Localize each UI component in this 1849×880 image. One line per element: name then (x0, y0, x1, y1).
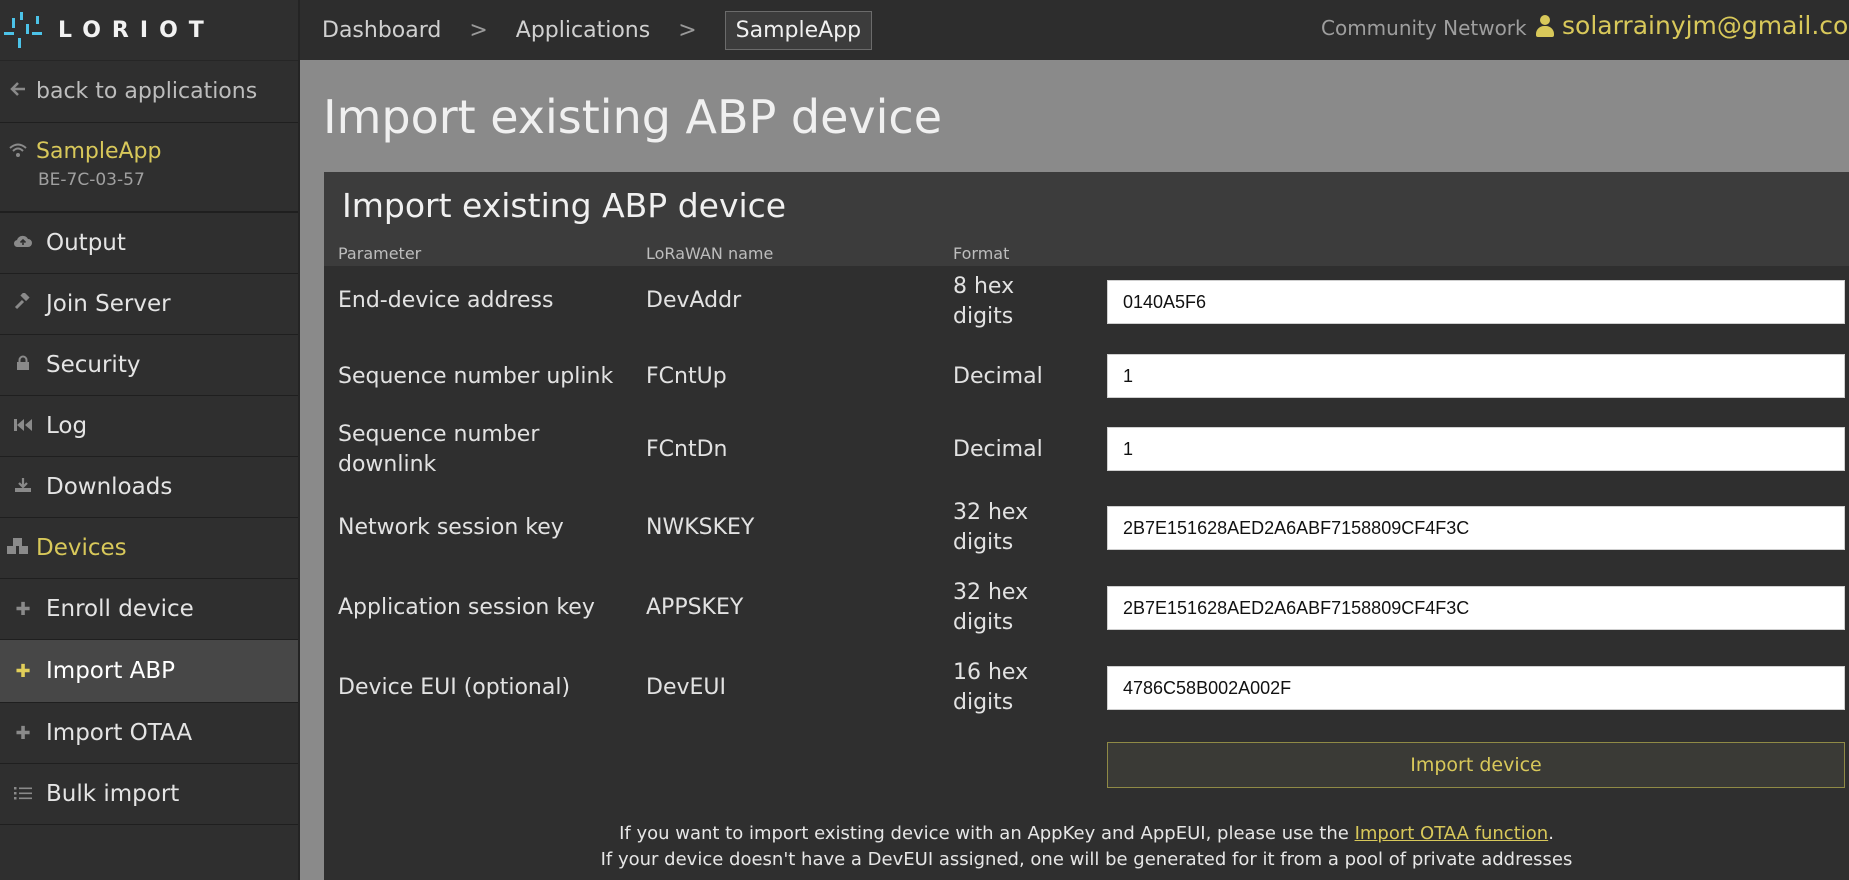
sidebar-item-security[interactable]: Security (0, 335, 298, 396)
chevron-right-icon: > (678, 17, 697, 43)
sidebar-item-label: Log (46, 413, 88, 439)
form-row-nwkskey: Network session key NWKSKEY 32 hex digit… (324, 492, 1849, 572)
logo-wordmark: LORIOT (58, 17, 215, 43)
back-to-applications-link[interactable]: back to applications (0, 61, 298, 123)
sidebar-item-label: Devices (36, 535, 127, 561)
param-label: Network session key (338, 515, 564, 540)
plus-icon: ✚ (15, 722, 31, 744)
user-email: solarrainyjm@gmail.co (1562, 11, 1849, 40)
import-abp-panel: Import existing ABP device Parameter LoR… (324, 172, 1849, 880)
download-icon (0, 477, 46, 498)
cubes-icon (0, 537, 36, 560)
param-label: Sequence number downlink (338, 422, 540, 477)
sidebar-item-import-otaa[interactable]: ✚ Import OTAA (0, 703, 298, 764)
top-bar: Dashboard > Applications > SampleApp Com… (300, 0, 1849, 60)
format-text: Decimal (953, 364, 1043, 389)
otaa-note: If you want to import existing device wi… (324, 823, 1849, 844)
deveui-input[interactable] (1107, 666, 1845, 710)
sidebar-item-output[interactable]: Output (0, 213, 298, 274)
format-text: 32 hex digits (953, 580, 1029, 635)
loriot-logo[interactable]: LORIOT (0, 0, 298, 61)
app-id: BE-7C-03-57 (38, 170, 145, 190)
column-header-parameter: Parameter (338, 244, 422, 263)
format-text: 32 hex digits (953, 500, 1029, 555)
user-icon (1536, 14, 1554, 37)
lorawan-name: DevAddr (646, 288, 742, 313)
lorawan-name: DevEUI (646, 675, 726, 700)
lock-icon (0, 355, 46, 376)
format-text: 8 hex digits (953, 274, 1015, 329)
gavel-icon (0, 291, 46, 316)
main-content: Import existing ABP device Import existi… (300, 60, 1849, 880)
sidebar-item-enroll-device[interactable]: ✚ Enroll device (0, 579, 298, 640)
lorawan-name: FCntDn (646, 437, 728, 462)
list-icon (0, 784, 46, 805)
form-row-fcntup: Sequence number uplink FCntUp Decimal (324, 342, 1849, 414)
panel-header: Import existing ABP device Parameter LoR… (324, 172, 1849, 266)
format-text: 16 hex digits (953, 660, 1029, 715)
chevron-right-icon: > (469, 17, 488, 43)
breadcrumb: Dashboard > Applications > SampleApp (322, 10, 873, 50)
back-label: back to applications (36, 79, 258, 104)
breadcrumb-dashboard[interactable]: Dashboard (322, 18, 441, 43)
nwkskey-input[interactable] (1107, 506, 1845, 550)
sidebar-item-label: Security (46, 352, 141, 378)
panel-title: Import existing ABP device (342, 186, 787, 225)
backward-icon (0, 416, 46, 437)
form-row-fcntdn: Sequence number downlink FCntDn Decimal (324, 414, 1849, 492)
appskey-input[interactable] (1107, 586, 1845, 630)
sidebar-item-label: Import OTAA (46, 720, 193, 746)
param-label: End-device address (338, 288, 554, 313)
sidebar-item-join-server[interactable]: Join Server (0, 274, 298, 335)
app-name: SampleApp (36, 139, 162, 164)
current-app[interactable]: SampleApp BE-7C-03-57 (0, 123, 298, 213)
column-header-lorawan-name: LoRaWAN name (646, 244, 774, 263)
form-row-devaddr: End-device address DevAddr 8 hex digits (324, 266, 1849, 342)
sidebar-item-label: Join Server (46, 291, 171, 317)
lorawan-name: APPSKEY (646, 595, 744, 620)
plus-icon: ✚ (15, 660, 31, 682)
devaddr-input[interactable] (1107, 280, 1845, 324)
lorawan-name: FCntUp (646, 364, 727, 389)
form-row-deveui: Device EUI (optional) DevEUI 16 hex digi… (324, 652, 1849, 732)
form-row-appskey: Application session key APPSKEY 32 hex d… (324, 572, 1849, 652)
lorawan-name: NWKSKEY (646, 515, 755, 540)
sidebar-item-label: Downloads (46, 474, 173, 500)
sidebar-item-label: Enroll device (46, 596, 194, 622)
sidebar-item-label: Output (46, 230, 126, 256)
breadcrumb-applications[interactable]: Applications (516, 18, 650, 43)
page-title: Import existing ABP device (323, 90, 943, 144)
breadcrumb-current-app[interactable]: SampleApp (724, 10, 873, 50)
sidebar-item-bulk-import[interactable]: Bulk import (0, 764, 298, 825)
sidebar-item-import-abp[interactable]: ✚ Import ABP (0, 640, 298, 703)
sidebar: LORIOT back to applications SampleApp BE… (0, 0, 300, 880)
note-text-suffix: . (1548, 823, 1554, 844)
import-device-button[interactable]: Import device (1107, 742, 1845, 788)
plus-icon: ✚ (15, 598, 31, 620)
param-label: Sequence number uplink (338, 364, 614, 389)
param-label: Device EUI (optional) (338, 675, 571, 700)
sidebar-item-label: Import ABP (46, 658, 176, 684)
import-otaa-link[interactable]: Import OTAA function (1355, 823, 1549, 844)
fcntdn-input[interactable] (1107, 427, 1845, 471)
sidebar-item-downloads[interactable]: Downloads (0, 457, 298, 518)
user-menu[interactable]: solarrainyjm@gmail.co (1536, 11, 1848, 40)
column-header-format: Format (953, 244, 1010, 263)
format-text: Decimal (953, 437, 1043, 462)
fcntup-input[interactable] (1107, 354, 1845, 398)
network-label[interactable]: Community Network (1321, 16, 1527, 40)
note-text: If you want to import existing device wi… (619, 823, 1355, 844)
logo-mark-icon (2, 10, 48, 50)
wifi-icon (0, 142, 36, 162)
sidebar-item-devices[interactable]: Devices (0, 518, 298, 579)
param-label: Application session key (338, 595, 595, 620)
cloud-upload-icon (0, 233, 46, 254)
sidebar-item-label: Bulk import (46, 781, 180, 807)
sidebar-item-log[interactable]: Log (0, 396, 298, 457)
deveui-note: If your device doesn't have a DevEUI ass… (600, 849, 1573, 870)
arrow-left-icon (0, 81, 36, 102)
